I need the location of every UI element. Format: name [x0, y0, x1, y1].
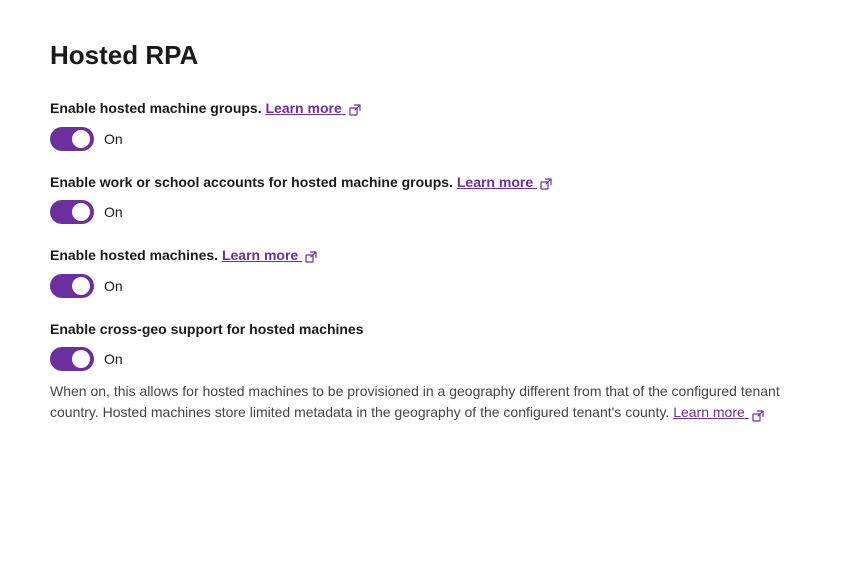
toggle-state-label-4: On — [104, 351, 123, 367]
toggle-row-1: On — [50, 127, 800, 151]
toggle-state-label-3: On — [104, 278, 123, 294]
learn-more-link-2[interactable]: Learn more — [457, 174, 537, 190]
external-link-icon-4 — [752, 407, 764, 419]
learn-more-link-1[interactable]: Learn more — [265, 100, 345, 116]
toggle-hosted-machines[interactable] — [50, 274, 94, 298]
toggle-row-3: On — [50, 274, 800, 298]
external-link-icon-2 — [540, 176, 552, 188]
learn-more-link-4[interactable]: Learn more — [673, 404, 748, 420]
toggle-work-school-accounts[interactable] — [50, 200, 94, 224]
toggle-cross-geo-support[interactable] — [50, 347, 94, 371]
external-link-icon-3 — [305, 249, 317, 261]
setting-label-3: Enable hosted machines. Learn more — [50, 246, 800, 266]
external-link-icon-1 — [349, 102, 361, 114]
page-title: Hosted RPA — [50, 40, 800, 71]
setting-hosted-machines: Enable hosted machines. Learn more On — [50, 246, 800, 298]
learn-more-link-3[interactable]: Learn more — [222, 247, 302, 263]
toggle-row-2: On — [50, 200, 800, 224]
setting-label-1: Enable hosted machine groups. Learn more — [50, 99, 800, 119]
toggle-state-label-1: On — [104, 131, 123, 147]
toggle-row-4: On — [50, 347, 800, 371]
setting-label-4: Enable cross-geo support for hosted mach… — [50, 320, 800, 340]
setting-work-school-accounts: Enable work or school accounts for hoste… — [50, 173, 800, 225]
setting-label-2: Enable work or school accounts for hoste… — [50, 173, 800, 193]
cross-geo-description: When on, this allows for hosted machines… — [50, 381, 800, 423]
setting-cross-geo-support: Enable cross-geo support for hosted mach… — [50, 320, 800, 424]
toggle-hosted-machine-groups[interactable] — [50, 127, 94, 151]
toggle-state-label-2: On — [104, 204, 123, 220]
setting-hosted-machine-groups: Enable hosted machine groups. Learn more… — [50, 99, 800, 151]
